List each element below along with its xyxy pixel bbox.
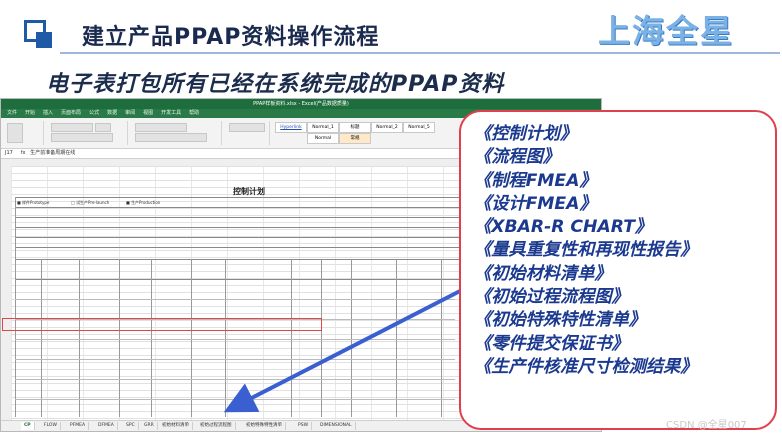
list-item: 《生产件核准尺寸检测结果》: [474, 356, 698, 377]
list-item: 《XBAR-R CHART》: [474, 217, 653, 238]
list-item: 《初始材料清单》: [474, 263, 612, 284]
list-item: 《初始过程流程图》: [474, 287, 629, 308]
list-item: 《初始特殊特性清单》: [474, 310, 646, 331]
watermark: CSDN @全星007: [666, 420, 747, 431]
list-item: 《制程FMEA》: [474, 170, 597, 191]
ppap-document-list: 《控制计划》 《流程图》 《制程FMEA》 《设计FMEA》 《XBAR-R C…: [474, 123, 697, 379]
list-item: 《零件提交保证书》: [474, 333, 629, 354]
list-item: 《控制计划》: [474, 124, 578, 144]
list-item: 《流程图》: [474, 147, 560, 168]
list-item: 《设计FMEA》: [474, 193, 597, 214]
list-item: 《量具重复性和再现性报告》: [474, 240, 698, 261]
presentation-slide: 建立产品PPAP资料操作流程 上海全星 电子表打包所有已经在系统完成的PPAP资…: [0, 0, 782, 437]
